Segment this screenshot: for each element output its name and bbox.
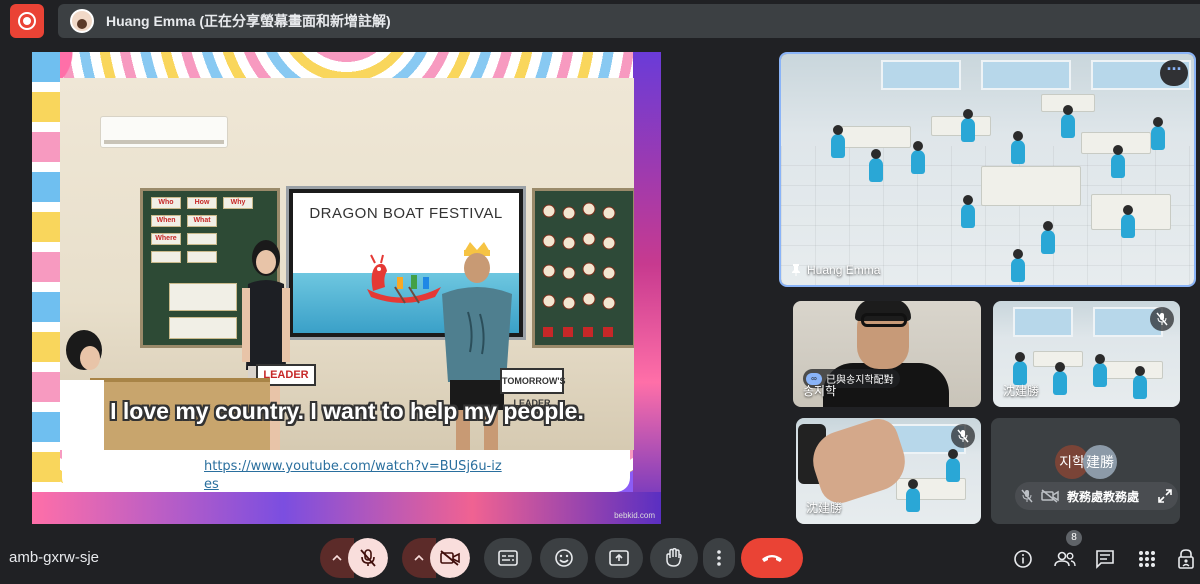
present-icon (609, 550, 629, 566)
info-icon (1014, 550, 1032, 568)
meeting-details-button[interactable] (1009, 545, 1037, 573)
participant-tile-b[interactable]: 沈建勝 (993, 301, 1180, 407)
grid-icon (1139, 551, 1155, 567)
hang-up-icon (762, 555, 782, 562)
leader-sign: TOMORROW'S LEADER (500, 368, 565, 408)
reactions-button[interactable] (540, 538, 588, 578)
slide-watermark: bebkid.com (614, 511, 655, 520)
mic-off-icon (360, 549, 376, 567)
people-button[interactable] (1051, 545, 1079, 573)
more-options-icon[interactable]: ··· (1160, 60, 1188, 86)
people-icon (1054, 551, 1076, 567)
more-vert-icon (717, 550, 721, 566)
board-card: How (187, 197, 217, 209)
chat-button[interactable] (1091, 545, 1119, 573)
board-card: Why (223, 197, 253, 209)
captions-button[interactable] (484, 538, 532, 578)
classroom-video: Who How Why When What Where DRAGON BOAT … (60, 78, 634, 450)
participant-name: 沈建勝 (1003, 384, 1040, 398)
camera-off-icon (440, 550, 460, 566)
present-screen-button[interactable] (595, 538, 643, 578)
presenter-label: Huang Emma (正在分享螢幕畫面和新增註解) (106, 13, 391, 29)
board-card: Who (151, 197, 181, 209)
chevron-up-icon (332, 555, 342, 561)
group-label: 教務處教務處 (1067, 489, 1140, 504)
participant-name: Huang Emma (791, 263, 880, 277)
hand-icon (666, 548, 682, 567)
participant-avatars: 지학 建勝 (1055, 445, 1117, 479)
leave-call-button[interactable] (741, 538, 803, 578)
presenter-banner: Huang Emma (正在分享螢幕畫面和新增註解) (58, 4, 1200, 38)
recording-indicator[interactable] (10, 4, 44, 38)
dragon-boat-illustration (367, 254, 441, 304)
slide-decoration-bottom (32, 492, 661, 524)
participant-name: 沈建勝 (806, 501, 843, 515)
youtube-link[interactable]: https://www.youtube.com/watch?v=BUSj6u-i… (204, 458, 504, 494)
group-label-bar: 教務處教務處 (1015, 482, 1178, 510)
seated-student (60, 330, 104, 450)
slide-decoration-left (32, 52, 60, 524)
camera-off-icon (1041, 489, 1059, 503)
closed-captions-icon (498, 550, 518, 566)
classroom-camera-feed (781, 54, 1194, 285)
avatar: 建勝 (1083, 445, 1117, 479)
expand-icon[interactable] (1158, 489, 1172, 503)
meeting-code: amb-gxrw-sje (9, 549, 100, 566)
participant-group-tile[interactable]: 지학 建勝 教務處教務處 (991, 418, 1180, 524)
mic-control-group (320, 538, 388, 578)
mic-toggle-button[interactable] (348, 538, 388, 578)
more-options-button[interactable] (703, 538, 735, 578)
board-card: What (187, 215, 217, 227)
muted-mic-icon (951, 424, 975, 448)
participant-count-badge: 8 (1066, 530, 1082, 546)
muted-mic-icon (1150, 307, 1174, 331)
pin-icon (792, 264, 800, 276)
camera-control-group (402, 538, 470, 578)
participant-tile-a[interactable]: ∞ 已與송지학配對 송지학 (793, 301, 981, 407)
pinned-participant-tile[interactable]: ··· Huang Emma (779, 52, 1196, 287)
host-controls-button[interactable] (1172, 545, 1200, 573)
tv-title: DRAGON BOAT FESTIVAL (309, 205, 503, 222)
participant-name: 송지학 (803, 384, 837, 398)
board-card: Where (151, 233, 181, 245)
presenter-avatar (70, 9, 94, 33)
emoji-icon (555, 549, 573, 567)
slide-decoration-right (633, 52, 661, 524)
activities-button[interactable] (1133, 545, 1161, 573)
raise-hand-button[interactable] (650, 538, 698, 578)
board-card: When (151, 215, 181, 227)
camera-toggle-button[interactable] (430, 538, 470, 578)
slide-link-box: https://www.youtube.com/watch?v=BUSj6u-i… (62, 450, 630, 492)
student-art-board (532, 188, 634, 348)
glasses (861, 313, 907, 327)
lock-person-icon (1178, 549, 1194, 569)
chevron-up-icon (414, 555, 424, 561)
chat-icon (1096, 550, 1114, 569)
muted-mic-icon (1021, 489, 1033, 503)
shared-screen: Who How Why When What Where DRAGON BOAT … (32, 52, 661, 524)
record-icon (18, 12, 36, 30)
participant-tile-c[interactable]: 沈建勝 (796, 418, 981, 524)
video-subtitle: I love my country. I want to help my peo… (110, 398, 584, 424)
